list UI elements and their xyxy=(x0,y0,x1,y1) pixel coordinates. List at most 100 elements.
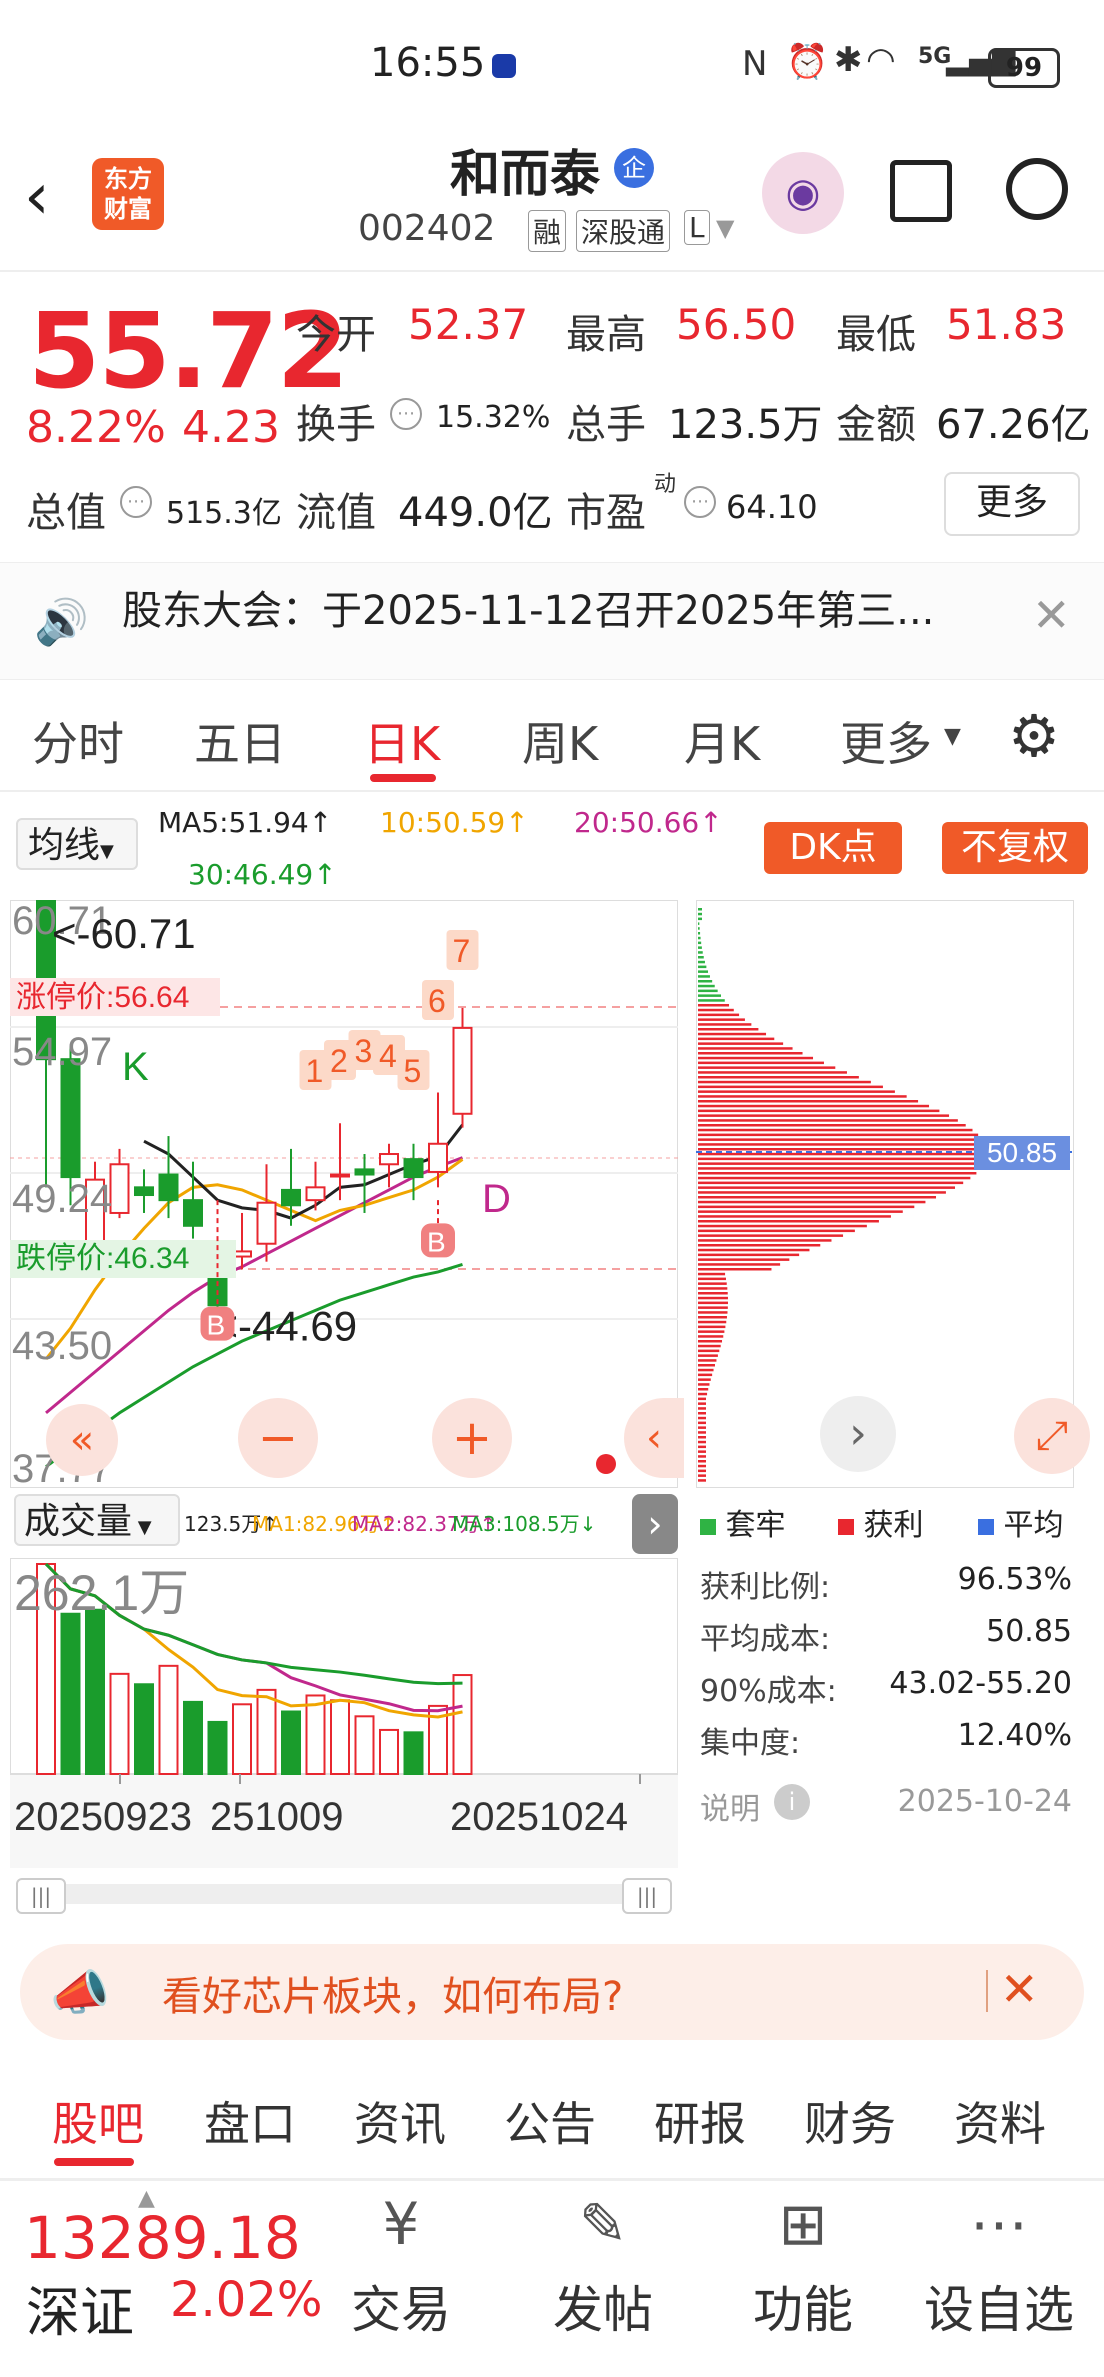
search-icon[interactable] xyxy=(1006,158,1068,220)
chip-distribution[interactable]: 50.85 xyxy=(696,900,1074,1488)
tab-weekly-k[interactable]: 周K xyxy=(522,708,598,774)
logo-text-1: 东方 xyxy=(104,165,152,193)
zoom-in-icon[interactable]: + xyxy=(432,1398,512,1478)
back-icon[interactable]: ‹ xyxy=(24,160,50,234)
chip-bar xyxy=(698,1162,985,1165)
chart-settings-icon[interactable]: ⚙ xyxy=(1008,702,1060,770)
ma-select[interactable]: 均线▼ xyxy=(16,818,138,870)
chip-bar xyxy=(698,1244,821,1247)
more-quote-button[interactable]: 更多 xyxy=(944,472,1080,536)
vol-ma3: MA3:108.5万↓ xyxy=(452,1512,597,1536)
promo-divider xyxy=(986,1970,988,2012)
price-tick-label: 43.50 xyxy=(12,1324,112,1368)
pe-info-icon[interactable]: ⋯ xyxy=(684,486,716,518)
promo-close-icon[interactable]: ✕ xyxy=(1000,1962,1039,2016)
more-dots-icon: ⋯ xyxy=(970,2190,1028,2258)
chip-bar xyxy=(698,994,721,997)
tab-announcement[interactable]: 公告 xyxy=(504,2088,596,2154)
range-slider-track[interactable] xyxy=(20,1884,672,1904)
low-label: 最低 xyxy=(836,312,916,358)
chip-explain-link[interactable]: 说明 xyxy=(700,1784,760,1828)
volume-chart[interactable]: 262.1万 20250923 251009 20251024 xyxy=(10,1558,678,1868)
high-price-marker: <-60.71 xyxy=(52,910,196,957)
open-value: 52.37 xyxy=(408,300,529,349)
sequence-label: 4 xyxy=(379,1038,397,1074)
dk-point-button[interactable]: DK点 xyxy=(764,822,902,874)
footer-trade[interactable]: ¥ 交易 xyxy=(326,2190,476,2342)
chip-bar xyxy=(698,1234,844,1237)
tab-finance[interactable]: 财务 xyxy=(804,2088,896,2154)
chip-bar xyxy=(698,1412,706,1415)
sequence-label: 7 xyxy=(453,933,471,969)
notice-text[interactable]: 股东大会：于2025-11-12召开2025年第三... xyxy=(122,578,934,636)
tab-intraday[interactable]: 分时 xyxy=(32,708,124,774)
notice-close-icon[interactable]: ✕ xyxy=(1032,588,1071,642)
volume-select-label: 成交量 xyxy=(24,1501,133,1542)
footer-add-watchlist[interactable]: ⋯ 设自选 xyxy=(924,2190,1074,2342)
chip-bar xyxy=(698,1431,706,1434)
zoom-out-icon[interactable]: − xyxy=(238,1398,318,1478)
chip-bar xyxy=(698,1042,784,1045)
tab-guba[interactable]: 股吧 xyxy=(52,2088,144,2154)
chip-bar xyxy=(698,1210,903,1213)
tag-l: L xyxy=(684,210,710,245)
volume-select[interactable]: 成交量 ▼ xyxy=(14,1494,180,1546)
pe-superscript: 动 xyxy=(654,472,677,497)
volume-expand-icon[interactable]: › xyxy=(632,1494,678,1554)
chip-bar xyxy=(698,1416,706,1420)
volume-bar xyxy=(134,1683,154,1775)
tab-news[interactable]: 资讯 xyxy=(354,2088,446,2154)
footer-features[interactable]: ⊞ 功能 xyxy=(728,2190,878,2342)
share-icon[interactable] xyxy=(890,160,952,222)
range-slider-left-handle[interactable]: ||| xyxy=(16,1878,66,1914)
chip-expand-icon[interactable]: ⤢ xyxy=(1014,1398,1090,1474)
chip-bar xyxy=(698,1421,706,1425)
no-adjust-button[interactable]: 不复权 xyxy=(942,822,1088,874)
tab-daily-k[interactable]: 日K xyxy=(364,708,440,774)
mktcap-info-icon[interactable]: ⋯ xyxy=(120,486,152,518)
chip-bar xyxy=(698,1004,730,1007)
turnover-info-icon[interactable]: ⋯ xyxy=(390,398,422,430)
tab-more[interactable]: 更多 xyxy=(840,708,932,774)
index-value[interactable]: 13289.18 xyxy=(24,2204,301,2272)
chip-bar xyxy=(698,1114,950,1117)
low-price-marker: <-44.69 xyxy=(214,1303,358,1350)
assistant-avatar[interactable]: ◉ xyxy=(762,152,844,234)
volume-value: 123.5万 xyxy=(668,402,823,448)
tab-profile[interactable]: 资料 xyxy=(954,2088,1046,2154)
index-name[interactable]: 深证 xyxy=(26,2268,134,2347)
edit-icon: ✎ xyxy=(578,2190,628,2258)
chip-bar xyxy=(698,1316,727,1319)
vol-max-label: 262.1万 xyxy=(14,1565,189,1621)
chip-bar xyxy=(698,1335,724,1338)
tab-pankou[interactable]: 盘口 xyxy=(204,2088,296,2154)
scroll-left-icon[interactable]: « xyxy=(46,1404,118,1476)
legend-avg-swatch xyxy=(978,1519,994,1535)
tab-monthly-k[interactable]: 月K xyxy=(684,708,760,774)
promo-text[interactable]: 看好芯片板块，如何布局? xyxy=(162,1964,623,2022)
info-icon[interactable]: i xyxy=(774,1784,810,1820)
app-logo[interactable]: 东方 财富 xyxy=(92,158,164,230)
chip-bar xyxy=(698,1464,706,1468)
tab-research[interactable]: 研报 xyxy=(654,2088,746,2154)
nfc-icon: N xyxy=(742,44,768,84)
chip-bar xyxy=(698,1143,986,1146)
status-time: 16:55 xyxy=(370,40,486,86)
tab-five-day[interactable]: 五日 xyxy=(194,708,286,774)
candle-body xyxy=(428,1142,448,1173)
index-change[interactable]: 2.02% xyxy=(170,2272,322,2328)
bluetooth-icon: ✱ xyxy=(834,40,863,80)
chip-bar xyxy=(698,1344,721,1348)
kline-chart[interactable]: 60.7154.9749.2443.5037.77 <-60.71涨停价:56.… xyxy=(10,900,678,1488)
chip-bar xyxy=(698,1148,988,1151)
chip-bar xyxy=(698,1013,740,1017)
high-value: 56.50 xyxy=(676,300,797,349)
range-slider-right-handle[interactable]: ||| xyxy=(622,1878,672,1914)
chip-row-concentration-val: 12.40% xyxy=(957,1718,1072,1753)
footer-post[interactable]: ✎ 发帖 xyxy=(528,2190,678,2342)
chip-row-90-cost-val: 43.02-55.20 xyxy=(889,1666,1072,1701)
turnover-value: 15.32% xyxy=(436,400,551,435)
tags-dropdown-icon[interactable]: ▼ xyxy=(716,214,734,242)
chip-prev-icon[interactable]: › xyxy=(820,1396,896,1472)
footer-features-label: 功能 xyxy=(753,2281,853,2339)
